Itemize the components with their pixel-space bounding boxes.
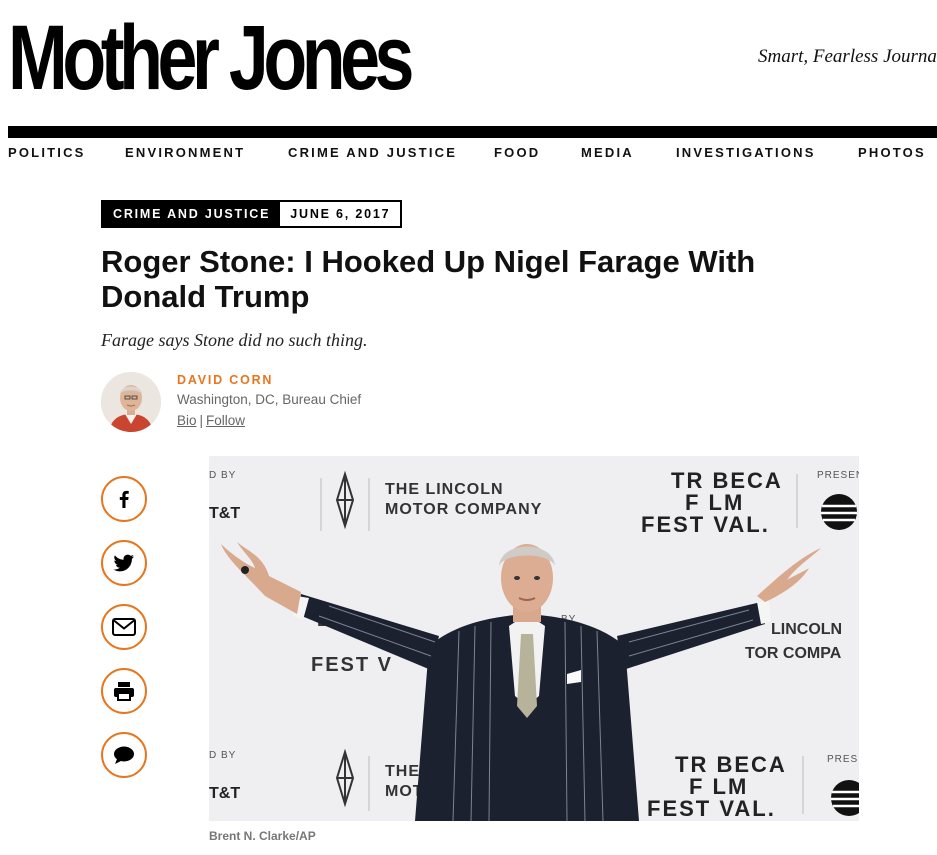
backdrop-att-top: T&T (209, 505, 240, 522)
backdrop-by-top: D BY (209, 470, 236, 481)
site-tagline: Smart, Fearless Journal (758, 46, 937, 67)
backdrop-mid-festv: FEST V (311, 654, 393, 676)
backdrop-att-bottom: T&T (209, 785, 240, 802)
print-icon (114, 682, 134, 701)
author-avatar[interactable] (101, 372, 161, 432)
backdrop-tribeca-b3: FEST VAL. (647, 796, 776, 821)
share-email-button[interactable] (101, 604, 147, 650)
att-globe-top (821, 494, 857, 530)
publish-date: JUNE 6, 2017 (280, 202, 401, 226)
nav-item-environment[interactable]: ENVIRONMENT (125, 145, 245, 160)
email-icon (112, 618, 136, 636)
comment-icon (114, 746, 134, 764)
backdrop-mid-lincoln-2: TOR COMPA (745, 645, 842, 662)
share-print-button[interactable] (101, 668, 147, 714)
author-links: Bio | Follow (177, 413, 245, 428)
article-dek: Farage says Stone did no such thing. (101, 330, 368, 350)
article-tag-row: CRIME AND JUSTICE JUNE 6, 2017 (101, 200, 403, 228)
article-photo: D BY T&T THE LINCOLN MOTOR COMPANY TR BE… (209, 456, 859, 821)
share-comment-button[interactable] (101, 732, 147, 778)
backdrop-by-bottom: D BY (209, 750, 236, 761)
site-logo[interactable]: Mother Jones (8, 8, 414, 108)
photo-credit: Brent N. Clarke/AP (209, 829, 316, 843)
backdrop-lincoln-2: MOTOR COMPANY (385, 501, 542, 518)
nav-item-media[interactable]: MEDIA (581, 145, 634, 160)
backdrop-presented-bottom: PRES (827, 754, 858, 765)
nav-item-investigations[interactable]: INVESTIGATIONS (676, 145, 816, 160)
nav-item-food[interactable]: FOOD (494, 145, 540, 160)
author-follow-link[interactable]: Follow (206, 413, 245, 428)
header-rule (8, 126, 937, 138)
category-tag[interactable]: CRIME AND JUSTICE (103, 202, 281, 226)
twitter-icon (113, 554, 134, 572)
backdrop-lincoln-1: THE LINCOLN (385, 481, 504, 498)
share-facebook-button[interactable] (101, 476, 147, 522)
nav-item-photos[interactable]: PHOTOS (858, 145, 926, 160)
main-nav: POLITICS ENVIRONMENT CRIME AND JUSTICE F… (0, 145, 937, 165)
facebook-icon (119, 490, 129, 508)
author-links-separator: | (199, 413, 204, 428)
article-title: Roger Stone: I Hooked Up Nigel Farage Wi… (101, 244, 756, 314)
author-role: Washington, DC, Bureau Chief (177, 392, 362, 407)
backdrop-presented-top: PRESEN (817, 470, 859, 481)
backdrop-mid-lincoln-1: LINCOLN (771, 621, 842, 638)
nav-item-politics[interactable]: POLITICS (8, 145, 86, 160)
share-twitter-button[interactable] (101, 540, 147, 586)
backdrop-tribeca-3: FEST VAL. (641, 512, 770, 537)
author-bio-link[interactable]: Bio (177, 413, 197, 428)
author-name[interactable]: DAVID CORN (177, 373, 273, 387)
nav-item-crime-and-justice[interactable]: CRIME AND JUSTICE (288, 145, 457, 160)
